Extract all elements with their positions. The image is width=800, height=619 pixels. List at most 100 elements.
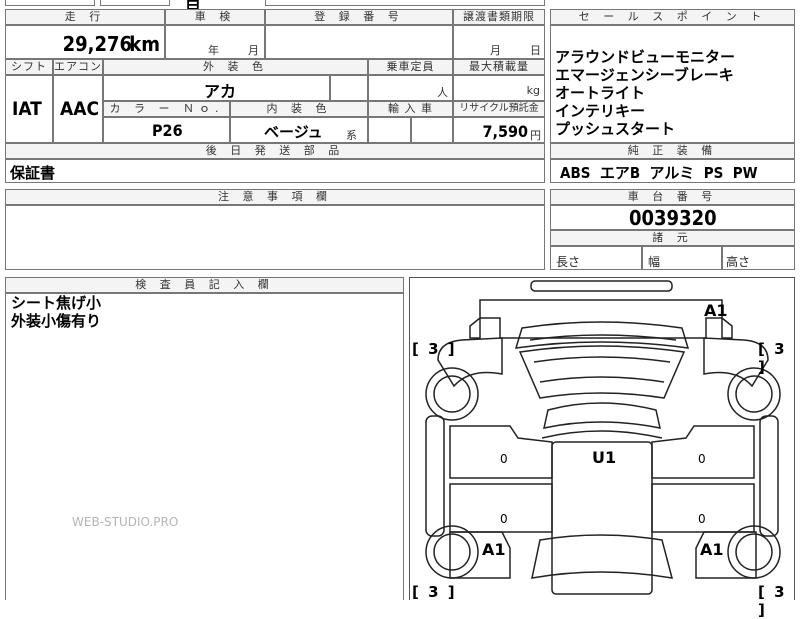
mark-door-front-left: 0 — [500, 452, 508, 466]
max-load-cell: kg — [453, 75, 545, 101]
capacity-header: 乗車定員 — [368, 59, 453, 75]
sales-point-item: オートライト — [555, 84, 646, 102]
mirror-right — [721, 316, 733, 339]
top-strip: 目 — [5, 0, 545, 13]
car-diagram-drawing — [425, 280, 781, 595]
bracket-rear-right: [ 3 ] — [758, 583, 787, 619]
inspection-cell: 年 月 — [165, 25, 265, 59]
sales-point-item: インテリキー — [555, 102, 646, 120]
import-cell-b — [411, 117, 453, 143]
aircon-header: エアコン — [53, 59, 103, 75]
exterior-color-extra-cell — [330, 75, 368, 101]
sales-point-item: プッシュスタート — [555, 120, 676, 138]
bracket-front-left: [ 3 ] — [412, 340, 457, 358]
equipment-header: 純 正 装 備 — [550, 143, 795, 159]
top-strip-cell — [265, 0, 545, 6]
shipping-cell: 保証書 — [5, 159, 545, 183]
recycle-value: 7,590 — [482, 122, 528, 141]
wheel-rear-right-inner — [735, 533, 773, 571]
inspection-year-unit: 年 — [208, 44, 219, 57]
aircon-value: AAC — [60, 98, 100, 120]
inspector-cell: シート焦げ小 外装小傷有り — [5, 293, 404, 600]
capacity-unit: 人 — [437, 86, 448, 99]
wheel-rear-left-inner — [433, 533, 471, 571]
registration-cell — [265, 25, 453, 59]
windshield — [518, 345, 686, 399]
sales-point-item: エマージェンシーブレーキ — [555, 66, 734, 84]
transfer-cell: 月 日 — [453, 25, 545, 59]
sales-point-item: アラウンドビューモニター — [555, 48, 736, 66]
inspector-note: 外装小傷有り — [11, 312, 102, 330]
shipping-value: 保証書 — [10, 164, 56, 182]
mileage-value: 29,276 — [62, 32, 132, 56]
inspector-note: シート焦げ小 — [11, 294, 102, 312]
mirror-left — [469, 316, 481, 339]
mark-roof: U1 — [592, 448, 617, 467]
mileage-cell: 29,276 km — [5, 25, 165, 59]
skirt-right — [759, 415, 779, 537]
mark-door-rear-left: 0 — [500, 512, 508, 526]
top-strip-cell — [5, 0, 95, 6]
dimensions-header: 諸 元 — [550, 230, 795, 246]
windshield-inner — [533, 356, 671, 363]
interior-color-suffix: 系 — [346, 129, 357, 142]
import-header: 輸 入 車 — [368, 101, 453, 117]
transfer-month-unit: 月 — [490, 44, 501, 57]
transfer-day-unit: 日 — [530, 44, 541, 57]
max-load-unit: kg — [526, 84, 540, 97]
shift-header: シフト — [5, 59, 53, 75]
dimension-width-label: 幅 — [648, 255, 661, 269]
chassis-value: 0039320 — [629, 206, 717, 230]
mark-rear-right: A1 — [700, 540, 724, 559]
front-bumper — [479, 299, 723, 339]
inspector-header: 検 査 員 記 入 欄 — [5, 277, 404, 293]
inspection-header: 車 検 — [165, 9, 265, 25]
notes-header: 注 意 事 項 欄 — [5, 189, 545, 205]
mark-front-right: A1 — [704, 301, 728, 320]
mileage-header: 走 行 — [5, 9, 165, 25]
mark-door-rear-right: 0 — [698, 512, 706, 526]
recycle-unit: 円 — [530, 129, 541, 142]
bracket-rear-left: [ 3 ] — [412, 583, 457, 601]
interior-color-header: 内 装 色 — [230, 101, 368, 117]
chassis-header: 車 台 番 号 — [550, 189, 795, 205]
windshield-lower — [539, 376, 665, 383]
notes-cell — [5, 205, 545, 270]
equipment-cell: ABS エアB アルミ PS PW — [550, 159, 795, 183]
interior-color-cell: ベージュ 系 — [230, 117, 368, 143]
sales-points-header: セ ー ル ス ポ イ ン ト — [550, 9, 795, 25]
dimension-height-label: 高さ — [726, 255, 751, 269]
dimension-length-label: 長さ — [556, 255, 581, 269]
watermark: WEB-STUDIO.PRO — [72, 515, 179, 529]
mark-rear-left: A1 — [482, 540, 506, 559]
interior-color-value: ベージュ — [264, 123, 323, 141]
sales-points-cell: アラウンドビューモニター エマージェンシーブレーキ オートライト インテリキー … — [550, 25, 795, 143]
recycle-cell: 7,590 円 — [453, 117, 545, 143]
aircon-cell: AAC — [53, 75, 103, 143]
shipping-header: 後 日 発 送 部 品 — [5, 143, 545, 159]
import-cell-a — [368, 117, 411, 143]
registration-header: 登 録 番 号 — [265, 9, 453, 25]
transfer-header: 譲渡書類期限 — [453, 9, 545, 25]
color-no-header: カ ラ ー Ｎｏ. — [103, 101, 230, 117]
chassis-cell: 0039320 — [550, 205, 795, 230]
mileage-unit: km — [129, 32, 160, 56]
exterior-color-header: 外 装 色 — [103, 59, 368, 75]
top-strip-cell — [100, 0, 170, 6]
front-bumper-top — [530, 280, 673, 292]
recycle-header: リサイクル預託金 — [453, 101, 545, 117]
bracket-front-right: [ 3 ] — [758, 340, 787, 376]
dash — [543, 402, 661, 429]
shift-cell: IAT — [5, 75, 53, 143]
capacity-cell: 人 — [368, 75, 453, 101]
exterior-color-value: アカ — [204, 82, 237, 101]
color-no-value: P26 — [152, 121, 183, 140]
car-diagram: U1 A1 A1 A1 0 0 0 0 [ 3 ] [ 3 ] [ 3 ] [ … — [409, 277, 795, 619]
inspection-month-unit: 月 — [248, 44, 259, 57]
exterior-color-cell: アカ — [103, 75, 330, 101]
rear-glass — [531, 534, 674, 579]
skirt-left — [425, 415, 445, 537]
max-load-header: 最大積載量 — [453, 59, 545, 75]
mark-door-front-right: 0 — [698, 452, 706, 466]
shift-value: IAT — [12, 98, 42, 120]
